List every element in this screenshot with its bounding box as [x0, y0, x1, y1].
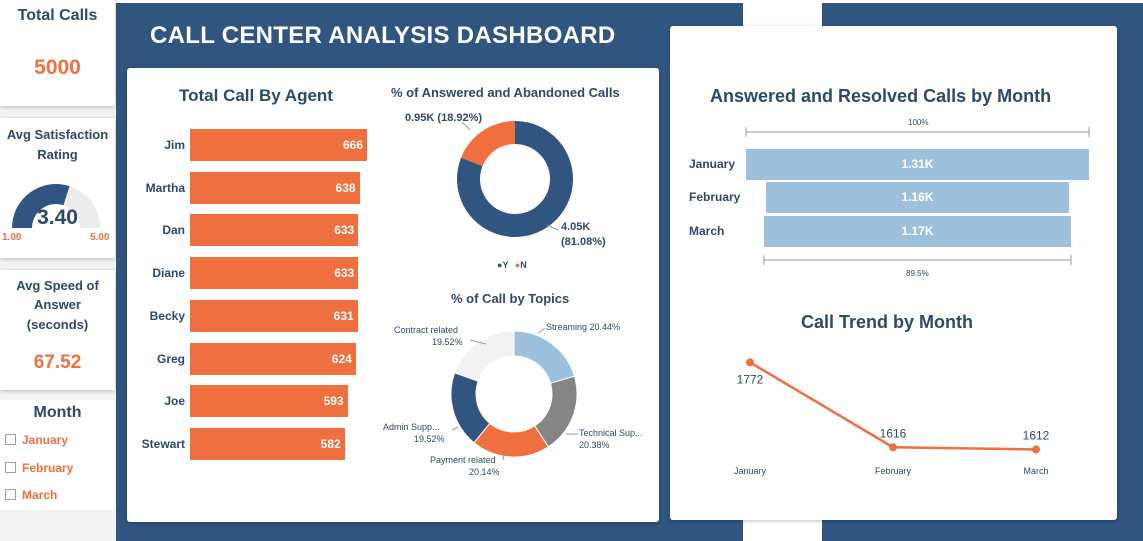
topic-label-admin-line1: Admin Supp... — [383, 422, 440, 432]
checkbox-icon[interactable] — [5, 462, 16, 473]
topic-label-payment-line2: 20.14% — [469, 467, 500, 477]
avg-speed-title-line3: (seconds) — [26, 317, 89, 332]
month-option-january[interactable]: January — [5, 433, 68, 447]
legend-label-y: Y — [502, 260, 509, 270]
answered-data-label-line2: (81.08%) — [561, 236, 606, 248]
funnel-bar-january: 1.31K — [746, 149, 1089, 180]
answered-donut-chart — [450, 121, 578, 461]
month-option-label: March — [22, 488, 58, 502]
checkbox-icon[interactable] — [5, 434, 16, 445]
dashboard-title: CALL CENTER ANALYSIS DASHBOARD — [150, 22, 616, 49]
topic-slice — [454, 330, 515, 382]
topics-chart-title: % of Call by Topics — [451, 291, 570, 306]
total-calls-title: Total Calls — [17, 7, 98, 24]
leader-line — [451, 426, 459, 431]
month-slicer: Month January February March — [0, 400, 115, 510]
topic-label-contract-line2: 19.52% — [432, 337, 463, 347]
topic-slice — [513, 330, 576, 384]
funnel-label-january: January — [689, 157, 736, 171]
donut-slice-abandoned — [461, 121, 515, 167]
month-option-label: January — [22, 433, 69, 447]
legend-label-n: N — [520, 260, 527, 270]
funnel-chart-title: Answered and Resolved Calls by Month — [710, 86, 1052, 106]
funnel-label-february: February — [689, 190, 741, 204]
funnel-label-march: March — [689, 224, 725, 238]
avg-speed-title-line1: Avg Speed of — [16, 278, 99, 293]
total-calls-card: Total Calls 5000 — [0, 0, 115, 106]
funnel-bar-march: 1.17K — [764, 216, 1071, 247]
topic-label-technical-line1: Technical Sup... — [579, 428, 643, 438]
leader-line — [546, 224, 559, 231]
topic-label-technical-line2: 20.38% — [579, 440, 610, 450]
funnel-bottom-pct: 89.5% — [906, 269, 929, 278]
avg-speed-card: Avg Speed of Answer (seconds) 67.52 — [0, 270, 115, 390]
month-option-march[interactable]: March — [5, 488, 57, 502]
answered-data-label-line1: 4.05K — [561, 221, 591, 233]
abandoned-data-label: 0.95K (18.92%) — [405, 112, 483, 124]
funnel-top-pct: 100% — [908, 118, 929, 127]
total-calls-value: 5000 — [34, 56, 81, 79]
avg-speed-title-line2: Answer — [34, 297, 81, 312]
avg-speed-value: 67.52 — [33, 352, 82, 373]
month-option-february[interactable]: February — [5, 461, 73, 475]
month-slicer-title: Month — [33, 404, 82, 421]
topic-label-contract-line1: Contract related — [394, 325, 459, 335]
avg-satisfaction-value: 3.40 — [37, 206, 78, 229]
answered-legend: ●Y ●N — [497, 260, 527, 270]
topic-label-payment-line1: Payment related — [430, 455, 496, 465]
funnel-bar-february: 1.16K — [766, 182, 1069, 213]
checkbox-icon[interactable] — [5, 489, 16, 500]
avg-satisfaction-card: Avg Satisfaction Rating 3.40 1.00 5.00 — [0, 118, 115, 258]
leader-line — [537, 327, 546, 334]
topic-label-streaming: Streaming 20.44% — [546, 322, 621, 332]
trend-chart-title: Call Trend by Month — [801, 312, 974, 332]
topic-label-admin-line2: 19.52% — [414, 434, 445, 444]
gauge-min-label: 1.00 — [2, 232, 22, 243]
month-option-label: February — [22, 461, 74, 475]
gauge-max-label: 5.00 — [90, 232, 110, 243]
